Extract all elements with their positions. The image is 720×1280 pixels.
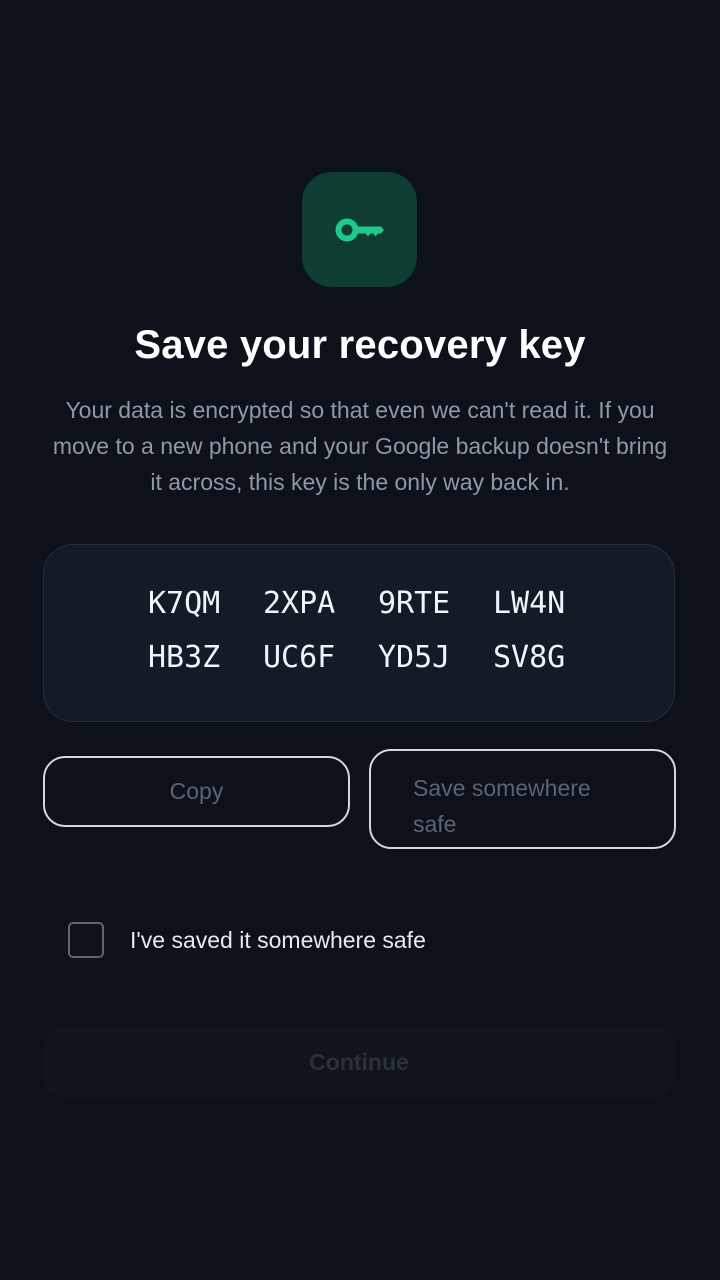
- confirmation-row[interactable]: I've saved it somewhere safe: [68, 922, 426, 958]
- recovery-key-card: K7QM 2XPA 9RTE LW4N HB3Z UC6F YD5J SV8G: [43, 544, 675, 722]
- page-description: Your data is encrypted so that even we c…: [52, 397, 668, 495]
- key-icon: [335, 218, 384, 241]
- continue-button[interactable]: Continue: [43, 1026, 675, 1098]
- save-somewhere-safe-button[interactable]: Save somewhere safe: [369, 749, 676, 849]
- key-chunk: UC6F: [263, 640, 336, 675]
- page-title: Save your recovery key: [134, 323, 586, 367]
- copy-button[interactable]: Copy: [43, 756, 350, 827]
- key-chunk: LW4N: [493, 586, 566, 621]
- key-chunk: 2XPA: [263, 586, 336, 621]
- key-chunk: SV8G: [493, 640, 566, 675]
- confirmation-label: I've saved it somewhere safe: [130, 926, 426, 953]
- key-icon-tile: [302, 172, 417, 287]
- recovery-key-grid: K7QM 2XPA 9RTE LW4N HB3Z UC6F YD5J SV8G: [148, 585, 608, 677]
- key-chunk: HB3Z: [148, 640, 221, 675]
- confirmation-checkbox[interactable]: [68, 922, 104, 958]
- key-chunk: YD5J: [378, 640, 451, 675]
- key-chunk: K7QM: [148, 586, 221, 621]
- key-chunk: 9RTE: [378, 586, 451, 621]
